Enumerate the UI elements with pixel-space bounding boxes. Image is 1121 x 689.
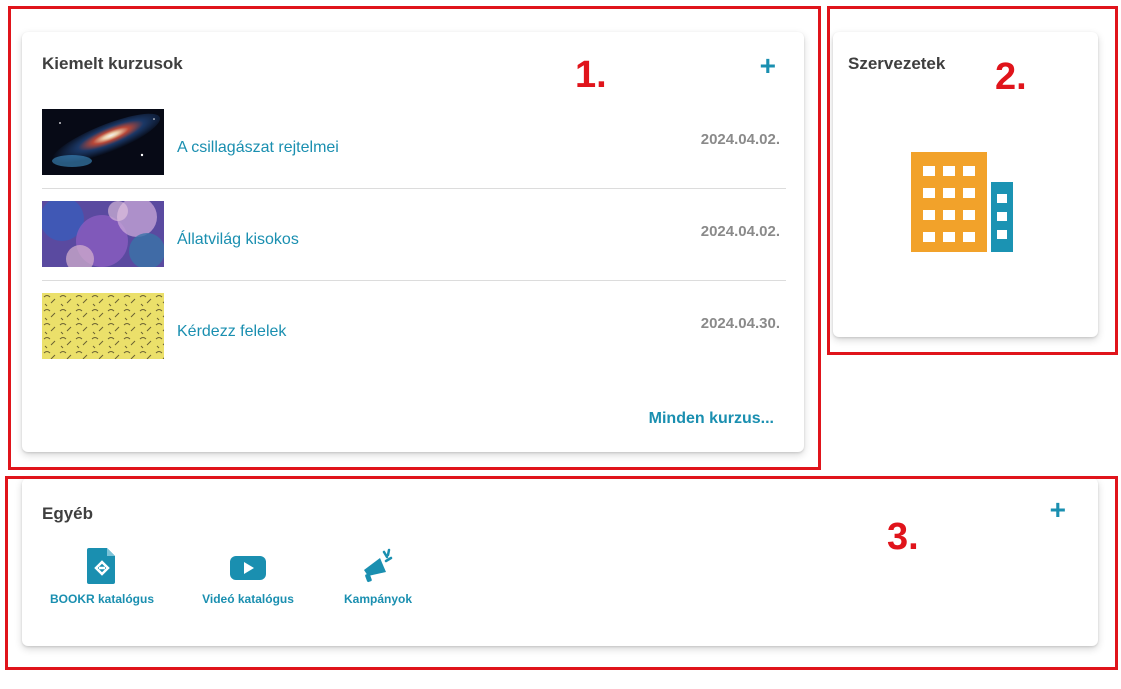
ebook-file-icon xyxy=(87,548,115,584)
course-date: 2024.04.30. xyxy=(700,315,780,332)
course-date: 2024.04.02. xyxy=(700,131,780,148)
annotation-number-3: 3. xyxy=(887,516,919,558)
course-row[interactable]: Kérdezz felelek 2024.04.30. xyxy=(42,293,786,365)
course-name[interactable]: Kérdezz felelek xyxy=(177,323,286,341)
course-row[interactable]: A csillagászat rejtelmei 2024.04.02. xyxy=(42,109,786,181)
divider xyxy=(42,188,786,189)
annotation-number-1: 1. xyxy=(575,54,607,96)
add-course-button[interactable]: + xyxy=(760,52,776,80)
megaphone-icon xyxy=(364,548,393,583)
course-thumbnail xyxy=(42,293,164,359)
video-catalog-label: Videó katalógus xyxy=(202,592,294,606)
video-play-icon xyxy=(230,556,266,580)
other-card: Egyéb + BOOKR katalógus Videó katalógus … xyxy=(22,478,1098,646)
featured-courses-title: Kiemelt kurzusok xyxy=(42,54,183,73)
campaigns-link[interactable]: Kampányok xyxy=(328,548,428,606)
organizations-card: Szervezetek xyxy=(833,32,1098,337)
annotation-number-2: 2. xyxy=(995,56,1027,98)
course-date: 2024.04.02. xyxy=(700,223,780,240)
add-other-button[interactable]: + xyxy=(1050,496,1066,524)
course-name[interactable]: Állatvilág kisokos xyxy=(177,231,299,249)
course-row[interactable]: Állatvilág kisokos 2024.04.02. xyxy=(42,201,786,273)
course-name[interactable]: A csillagászat rejtelmei xyxy=(177,139,339,157)
building-icon[interactable] xyxy=(911,152,1015,252)
course-thumbnail xyxy=(42,201,164,267)
all-courses-link[interactable]: Minden kurzus... xyxy=(649,410,774,428)
organizations-title: Szervezetek xyxy=(848,54,946,73)
course-thumbnail xyxy=(42,109,164,175)
other-title: Egyéb xyxy=(42,504,94,523)
bookr-catalog-label: BOOKR katalógus xyxy=(49,592,154,606)
campaigns-label: Kampányok xyxy=(343,592,413,606)
video-catalog-link[interactable]: Videó katalógus xyxy=(188,548,308,606)
divider xyxy=(42,280,786,281)
bookr-catalog-link[interactable]: BOOKR katalógus xyxy=(42,548,162,606)
featured-courses-card: Kiemelt kurzusok + A csillagászat rejtel… xyxy=(22,32,804,452)
